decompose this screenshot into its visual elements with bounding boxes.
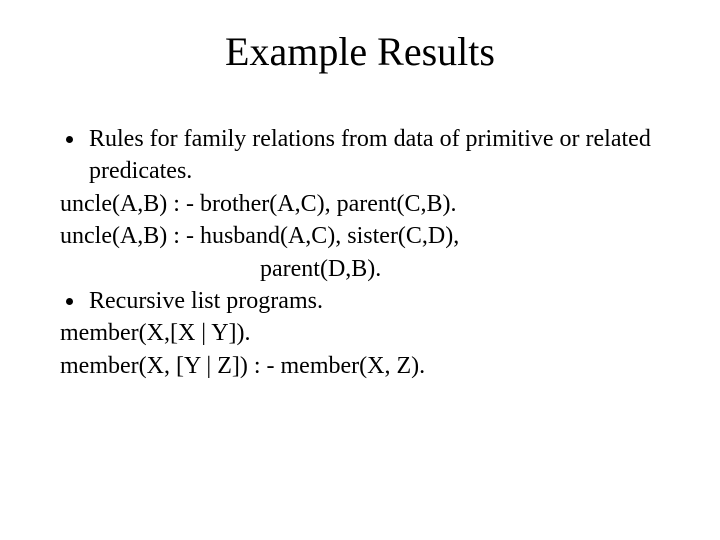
prolog-rule: uncle(A,B) : - husband(A,C), sister(C,D)… xyxy=(60,220,660,252)
slide-body: Rules for family relations from data of … xyxy=(60,123,660,382)
bullet-icon xyxy=(66,136,73,143)
prolog-rule: member(X, [Y | Z]) : - member(X, Z). xyxy=(60,350,660,382)
bullet-icon xyxy=(66,298,73,305)
bullet-text: Rules for family relations from data of … xyxy=(89,123,660,188)
slide-title: Example Results xyxy=(60,28,660,75)
bullet-item: Recursive list programs. xyxy=(66,285,660,317)
bullet-item: Rules for family relations from data of … xyxy=(66,123,660,188)
prolog-rule: uncle(A,B) : - brother(A,C), parent(C,B)… xyxy=(60,188,660,220)
prolog-rule: member(X,[X | Y]). xyxy=(60,317,660,349)
prolog-rule-cont: parent(D,B). xyxy=(260,253,660,285)
slide: Example Results Rules for family relatio… xyxy=(0,0,720,540)
bullet-text: Recursive list programs. xyxy=(89,285,660,317)
